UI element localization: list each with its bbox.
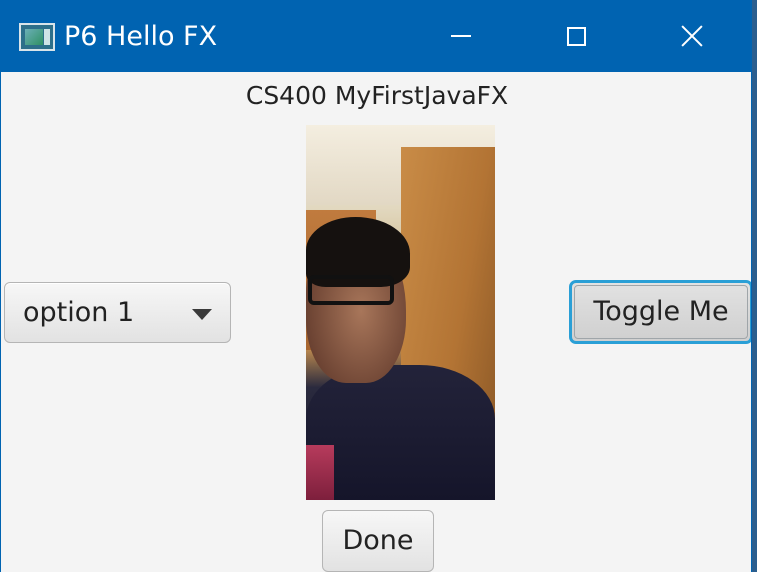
photo-shirt [306,365,495,500]
title-bar[interactable]: P6 Hello FX [1,0,751,72]
toggle-me-label: Toggle Me [593,296,729,327]
toggle-me-button[interactable]: Toggle Me [569,280,751,344]
option-combo-box[interactable]: option 1 [4,282,231,343]
minimize-button[interactable] [404,0,518,72]
photo-cup [306,445,334,500]
java-app-icon[interactable] [19,23,55,51]
close-icon [680,24,704,48]
close-button[interactable] [635,0,749,72]
app-icon-side [44,29,50,45]
profile-photo [306,125,495,500]
app-window: P6 Hello FX CS400 MyFirstJavaFX option 1… [0,0,752,572]
minimize-icon [451,35,471,37]
page-heading: CS400 MyFirstJavaFX [245,81,509,110]
window-title: P6 Hello FX [64,21,218,52]
maximize-button[interactable] [519,0,633,72]
done-label: Done [342,525,414,556]
done-button[interactable]: Done [322,510,434,572]
app-icon-pane [25,29,43,45]
maximize-icon [566,26,586,46]
chevron-down-icon[interactable] [192,309,212,320]
combo-selected-value: option 1 [23,297,135,328]
photo-glasses [308,275,394,305]
